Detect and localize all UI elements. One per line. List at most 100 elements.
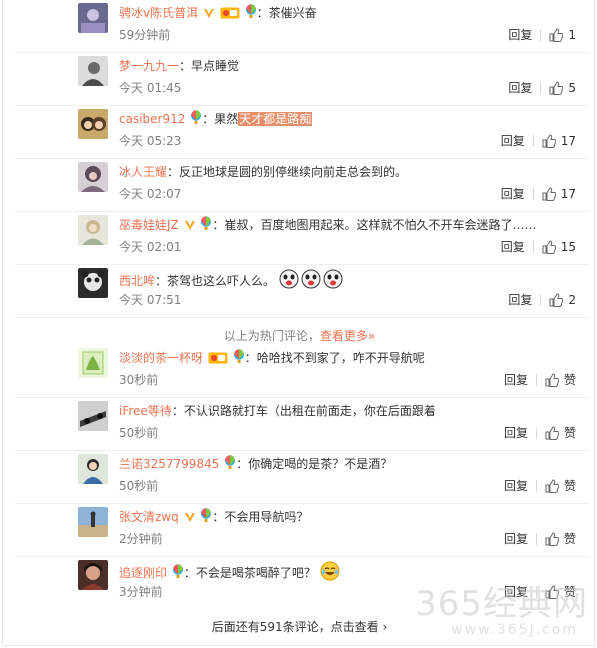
avatar[interactable] — [78, 56, 108, 86]
thumb-up-icon[interactable] — [545, 532, 560, 551]
comment-text: 崔叔，百度地图用起来。这样就不怕久不开车会迷路了…… — [224, 218, 537, 232]
thumb-up-icon[interactable] — [542, 240, 556, 259]
comment-item: 张文清zwq ：不会用导航吗？ 2分钟前 回复赞 — [15, 504, 590, 557]
divider — [532, 188, 534, 200]
balloon-badge-icon[interactable] — [190, 110, 202, 130]
comment-username[interactable]: 西北哞 — [119, 274, 155, 288]
thumb-up-icon[interactable] — [545, 373, 560, 392]
hot-note-text: 以上为热门评论， — [223, 329, 320, 343]
comment-username[interactable]: 淡淡的茶一杯呀 — [119, 351, 203, 365]
comment-item: 梦一九九一：早点睡觉 今天 01:45 回复 5 — [15, 53, 590, 106]
view-more-link[interactable]: 查看更多» — [320, 329, 375, 343]
thumb-up-icon[interactable] — [549, 81, 564, 100]
comment-username[interactable]: 梦一九九一 — [119, 59, 179, 73]
verified-v-icon[interactable] — [184, 510, 196, 528]
balloon-badge-icon[interactable] — [172, 564, 184, 584]
load-more-comments-link[interactable]: 后面还有591条评论，点击查看 › — [3, 618, 596, 635]
comment-username[interactable]: 兰诺3257799845 — [119, 457, 219, 471]
hot-comments-note: 以上为热门评论，查看更多» — [3, 327, 596, 344]
thumb-up-icon[interactable] — [545, 585, 560, 604]
reply-button[interactable]: 回复 — [508, 291, 532, 309]
like-label[interactable]: 赞 — [564, 424, 576, 442]
avatar[interactable] — [78, 3, 108, 33]
comment-username[interactable]: iFree等待 — [119, 404, 172, 418]
cry-laugh-emoji-icon — [320, 561, 340, 586]
comment-username[interactable]: 巫毒娃娃JZ — [119, 218, 179, 232]
comment-text: 不会用导航吗？ — [224, 510, 309, 524]
balloon-badge-icon[interactable] — [200, 216, 212, 236]
comment-item: 冰人王耀：反正地球是圆的别停继续向前走总会到的。 今天 02:07 回复 17 — [15, 159, 590, 212]
comment-item: 追逐刚印 ：不会是喝茶喝醉了吧？ 3分钟前 回复赞 — [15, 557, 590, 610]
thumb-up-icon[interactable] — [542, 134, 556, 153]
like-count[interactable]: 1 — [568, 26, 576, 44]
balloon-badge-icon[interactable] — [224, 455, 236, 475]
comment-text-prefix: 果然 — [214, 112, 239, 126]
reply-button[interactable]: 回复 — [501, 132, 525, 150]
comment-time: 今天 02:01 — [119, 240, 182, 254]
reply-button[interactable]: 回复 — [504, 371, 528, 389]
reply-button[interactable]: 回复 — [508, 26, 532, 44]
balloon-badge-icon[interactable] — [245, 4, 257, 24]
thumb-up-icon[interactable] — [542, 187, 556, 206]
avatar[interactable] — [78, 507, 108, 537]
like-count[interactable]: 2 — [568, 291, 576, 309]
comment-text: 哈哈找不到家了，咋不开导航呢 — [256, 351, 425, 365]
avatar[interactable] — [78, 560, 108, 590]
reply-button[interactable]: 回复 — [504, 583, 528, 601]
divider — [532, 135, 534, 147]
laugh-emoji-icon — [279, 269, 343, 294]
balloon-badge-icon[interactable] — [200, 508, 212, 528]
comment-item: 巫毒娃娃JZ ：崔叔，百度地图用起来。这样就不怕久不开车会迷路了…… 今天 02… — [15, 212, 590, 265]
thumb-up-icon[interactable] — [545, 426, 560, 445]
comment-text: 你确定喝的是茶？不是酒？ — [248, 457, 393, 471]
avatar[interactable] — [78, 348, 108, 378]
verified-v-icon[interactable] — [203, 6, 215, 24]
reply-button[interactable]: 回复 — [504, 424, 528, 442]
avatar[interactable] — [78, 454, 108, 484]
divider — [535, 374, 537, 386]
like-count[interactable]: 17 — [561, 185, 576, 203]
like-label[interactable]: 赞 — [564, 477, 576, 495]
like-label[interactable]: 赞 — [564, 371, 576, 389]
thumb-up-icon[interactable] — [545, 479, 560, 498]
avatar[interactable] — [78, 268, 108, 298]
like-label[interactable]: 赞 — [564, 583, 576, 601]
comment-text: 早点睡觉 — [191, 59, 240, 73]
avatar[interactable] — [78, 109, 108, 139]
comment-username[interactable]: 冰人王耀 — [119, 165, 167, 179]
comment-username[interactable]: 追逐刚印 — [119, 566, 167, 580]
like-count[interactable]: 17 — [561, 132, 576, 150]
comment-text: 反正地球是圆的别停继续向前走总会到的。 — [179, 165, 408, 179]
reply-button[interactable]: 回复 — [508, 79, 532, 97]
avatar[interactable] — [78, 162, 108, 192]
like-count[interactable]: 5 — [568, 79, 576, 97]
comment-item: 西北哞：茶驾也这么吓人么。 今天 07:51 回复 2 — [15, 265, 590, 318]
vip-icon[interactable] — [208, 351, 228, 369]
like-label[interactable]: 赞 — [564, 530, 576, 548]
comment-item: 兰诺3257799845 ：你确定喝的是茶？不是酒？ 50秒前 回复赞 — [15, 451, 590, 504]
reply-button[interactable]: 回复 — [501, 185, 525, 203]
divider — [540, 29, 542, 41]
balloon-badge-icon[interactable] — [233, 349, 245, 369]
reply-button[interactable]: 回复 — [504, 530, 528, 548]
comment-username[interactable]: 骋冰v陈氏普洱 — [119, 6, 198, 20]
avatar[interactable] — [78, 215, 108, 245]
highlighted-text: 天才都是路痴 — [238, 112, 313, 126]
comment-username[interactable]: 张文清zwq — [119, 510, 179, 524]
comment-item: 骋冰v陈氏普洱 ：茶催兴奋 59分钟前 回复 1 — [15, 0, 590, 53]
avatar[interactable] — [78, 401, 108, 431]
like-count[interactable]: 15 — [561, 238, 576, 256]
divider — [535, 427, 537, 439]
comment-item: 淡淡的茶一杯呀 ：哈哈找不到家了，咋不开导航呢 30秒前 回复赞 — [15, 345, 590, 398]
comment-text: 不认识路就打车（出租在前面走，你在后面跟着 — [183, 404, 436, 418]
reply-button[interactable]: 回复 — [504, 477, 528, 495]
thumb-up-icon[interactable] — [549, 293, 564, 312]
divider — [535, 533, 537, 545]
comment-time: 今天 07:51 — [119, 293, 182, 307]
verified-v-icon[interactable] — [184, 218, 196, 236]
thumb-up-icon[interactable] — [549, 28, 564, 47]
reply-button[interactable]: 回复 — [501, 238, 525, 256]
comment-username[interactable]: casiber912 — [119, 112, 185, 126]
comment-text: 茶催兴奋 — [268, 6, 317, 20]
vip-icon[interactable] — [220, 6, 240, 24]
